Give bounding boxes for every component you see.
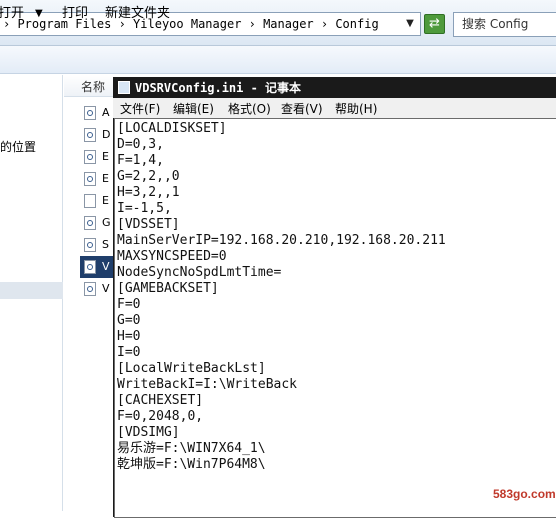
text-line: 易乐游=F:\WIN7X64_1\	[117, 441, 266, 456]
address-dropdown-icon[interactable]: ▼	[403, 14, 417, 34]
text-line: I=0	[117, 345, 141, 360]
new-folder-button[interactable]: 新建文件夹	[105, 4, 170, 24]
file-name-label: E	[102, 150, 109, 163]
editor-text[interactable]: [LOCALDISKSET] D=0,3, F=1,4, G=2,2,,0 H=3,2,…	[117, 121, 446, 473]
file-name-label: A	[102, 106, 110, 119]
file-name-label: V	[102, 282, 110, 295]
file-list-item[interactable]: G	[80, 212, 116, 234]
column-header-name[interactable]: 名称	[64, 75, 116, 97]
gear-file-icon	[84, 150, 96, 164]
gear-file-icon	[84, 238, 96, 252]
gear-file-icon	[84, 128, 96, 142]
print-button[interactable]: 打印	[62, 4, 88, 24]
file-list-item[interactable]: A	[80, 102, 116, 124]
text-line: 乾坤版=F:\Win7P64M8\	[117, 457, 266, 472]
menu-help[interactable]: 帮助(H)	[335, 100, 377, 117]
file-name-label: E	[102, 194, 109, 207]
gear-file-icon	[84, 260, 96, 274]
text-line: I=-1,5,	[117, 201, 172, 216]
column-header-label: 名称	[81, 80, 106, 94]
text-line: NodeSyncNoSpdLmtTime=	[117, 265, 282, 280]
nav-selected-row[interactable]	[0, 282, 63, 299]
text-line: H=3,2,,1	[117, 185, 180, 200]
text-line: MainSerVerIP=192.168.20.210,192.168.20.2…	[117, 233, 446, 248]
nav-item-location[interactable]: 的位置	[0, 138, 36, 155]
text-line: WriteBackI=I:\WriteBack	[117, 377, 298, 392]
file-list-item[interactable]: E	[80, 168, 116, 190]
text-line: G=0	[117, 313, 141, 328]
text-line: H=0	[117, 329, 141, 344]
text-line: [VDSIMG]	[117, 425, 180, 440]
blank-file-icon	[84, 194, 96, 208]
text-line: D=0,3,	[117, 137, 164, 152]
text-line: MAXSYNCSPEED=0	[117, 249, 227, 264]
menu-view[interactable]: 查看(V)	[281, 100, 323, 117]
window-title: VDSRVConfig.ini - 记事本	[135, 81, 302, 95]
watermark: 583go.com	[493, 487, 556, 501]
text-line: [CACHEXSET]	[117, 393, 204, 408]
text-line: [VDSSET]	[117, 217, 180, 232]
gear-file-icon	[84, 282, 96, 296]
text-line: [GAMEBACKSET]	[117, 281, 219, 296]
file-name-label: S	[102, 238, 109, 251]
text-line: F=0	[117, 297, 141, 312]
menu-edit[interactable]: 编辑(E)	[173, 100, 214, 117]
menu-file[interactable]: 文件(F)	[120, 100, 160, 117]
text-line: F=1,4,	[117, 153, 164, 168]
search-input[interactable]: 搜索 Config	[453, 12, 556, 37]
gear-file-icon	[84, 216, 96, 230]
file-name-label: D	[102, 128, 111, 141]
file-list-item[interactable]: E	[80, 146, 116, 168]
file-list-item[interactable]: E	[80, 190, 116, 212]
text-line: G=2,2,,0	[117, 169, 180, 184]
file-list-item[interactable]: D	[80, 124, 116, 146]
text-line: [LocalWriteBackLst]	[117, 361, 266, 376]
text-line: [LOCALDISKSET]	[117, 121, 227, 136]
file-name-label: V	[102, 260, 110, 273]
file-list-item[interactable]: S	[80, 234, 116, 256]
gear-file-icon	[84, 172, 96, 186]
text-line: F=0,2048,0,	[117, 409, 204, 424]
file-name-label: G	[102, 216, 111, 229]
file-list-item[interactable]: V	[80, 278, 116, 300]
file-name-label: E	[102, 172, 109, 185]
gear-file-icon	[84, 106, 96, 120]
file-list-item[interactable]: V	[80, 256, 116, 278]
refresh-icon[interactable]: ⇄	[424, 14, 445, 34]
command-toolbar	[0, 46, 556, 74]
open-button[interactable]: 打开	[0, 4, 24, 24]
open-dropdown-icon[interactable]: ▼	[35, 4, 43, 24]
notepad-app-icon	[118, 81, 130, 94]
menu-format[interactable]: 格式(O)	[228, 100, 271, 117]
